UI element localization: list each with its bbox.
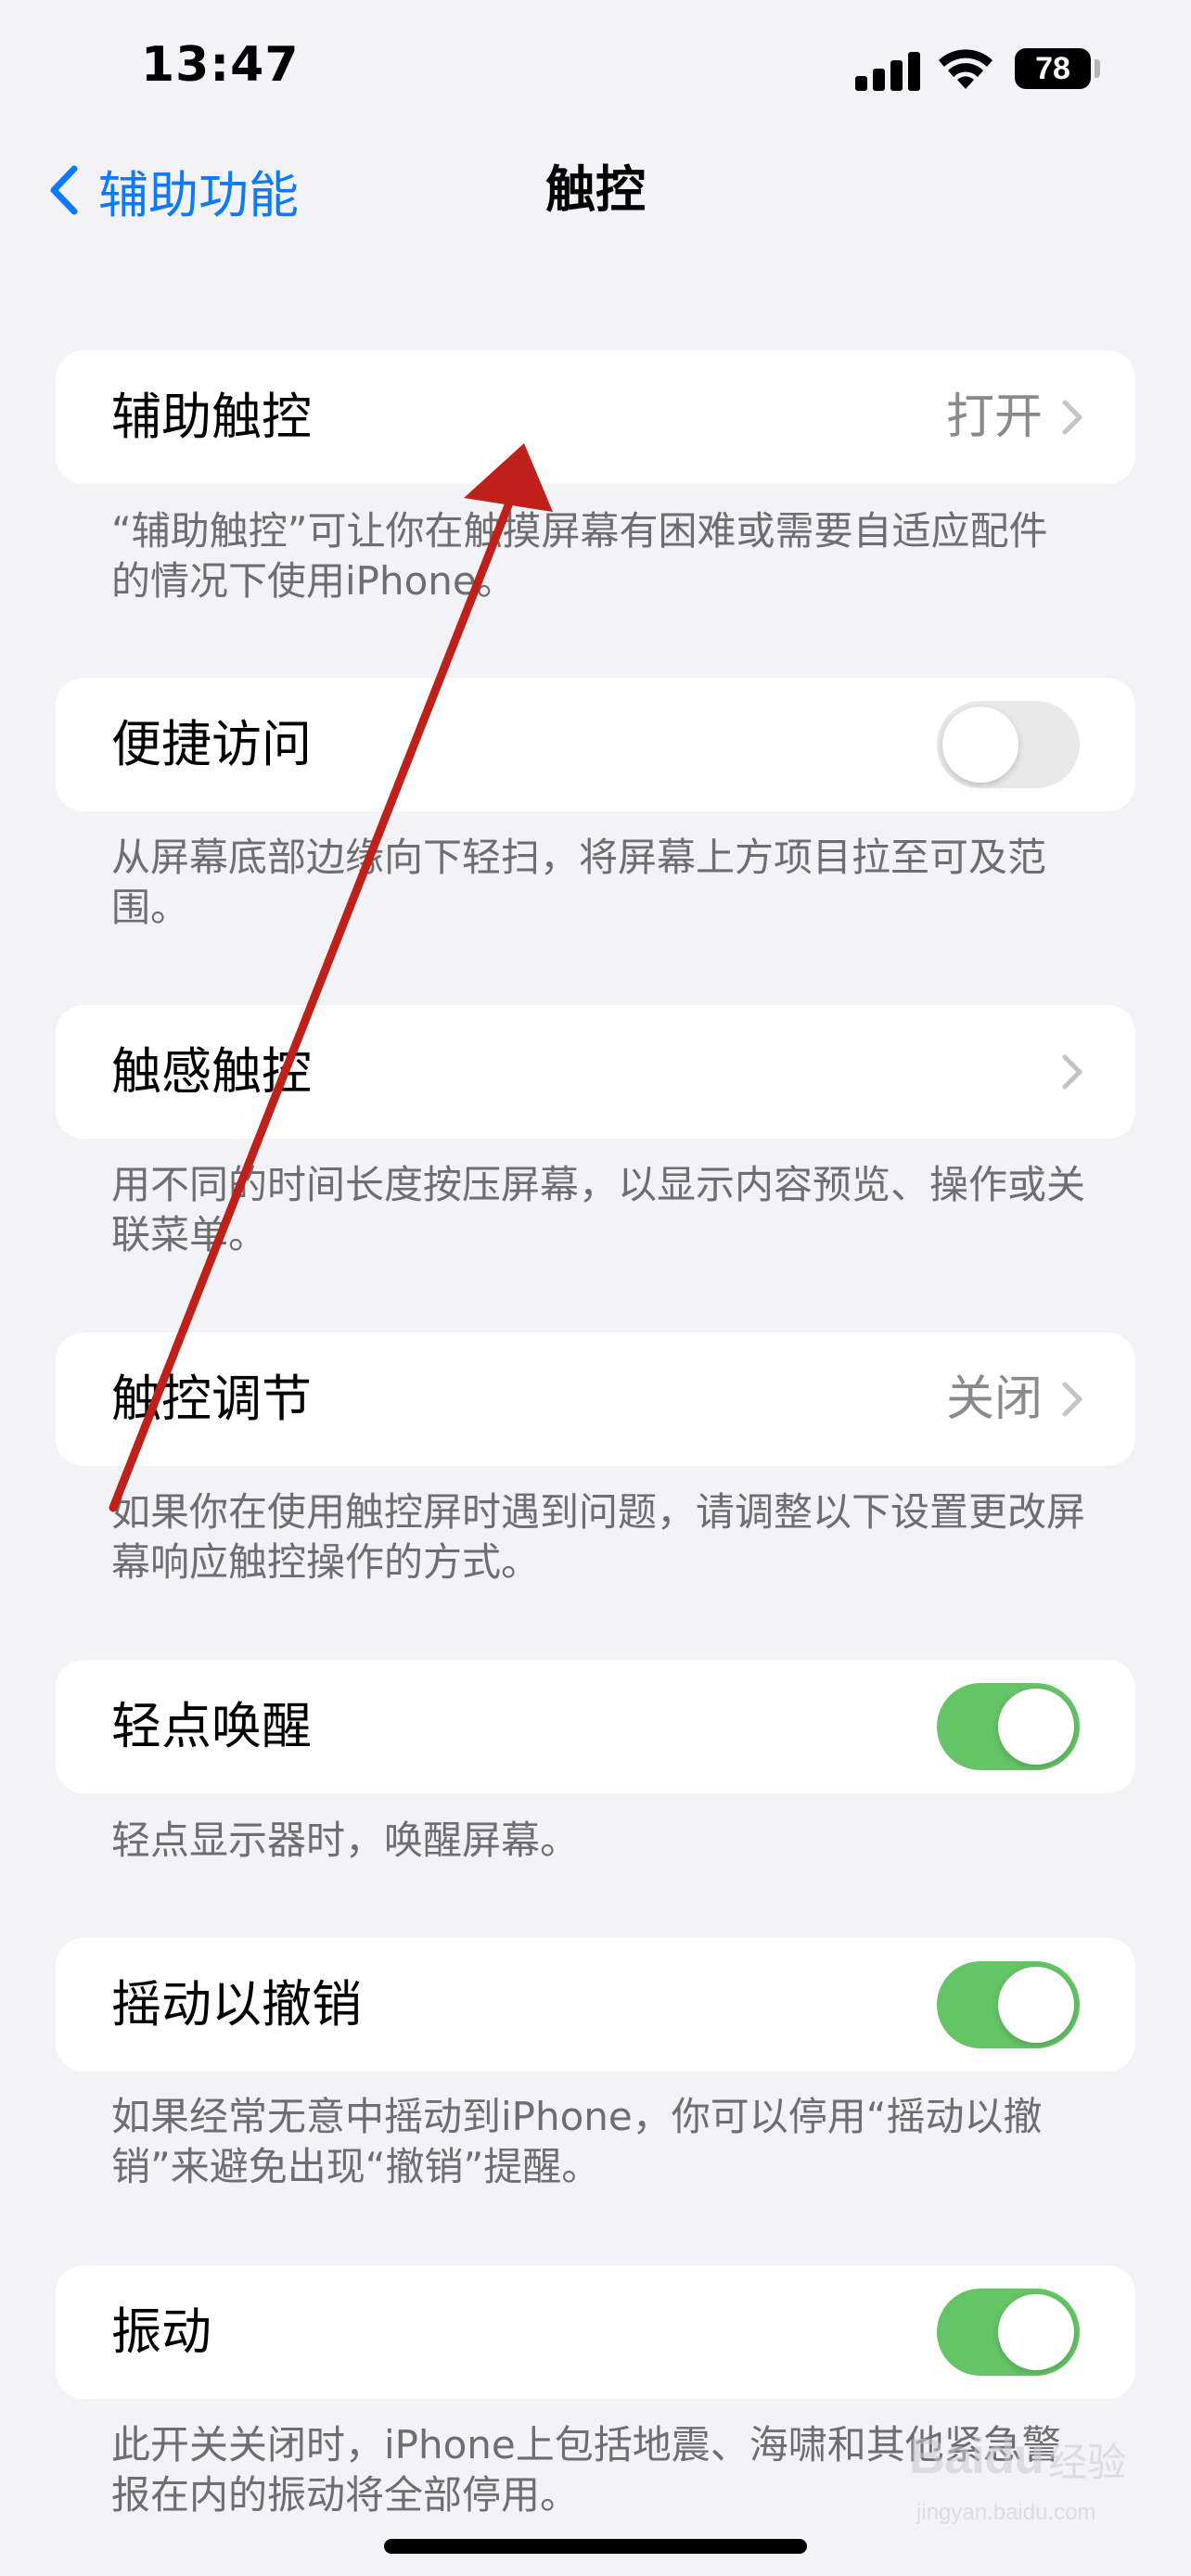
- navigation-bar: 触控 辅助功能: [0, 139, 1191, 241]
- back-button[interactable]: 辅助功能: [33, 158, 299, 224]
- row-label: 触控调节: [111, 1370, 312, 1428]
- row-touch-accommodations[interactable]: 触控调节 关闭: [56, 1333, 1135, 1466]
- row-shake-to-undo: 摇动以撤销: [56, 1938, 1135, 2072]
- home-indicator[interactable]: [384, 2539, 807, 2554]
- row-label: 触感触控: [111, 1042, 312, 1101]
- reachability-toggle[interactable]: [937, 701, 1080, 788]
- row-value: 打开: [945, 389, 1043, 445]
- chevron-left-icon: [50, 165, 78, 215]
- shake-to-undo-toggle[interactable]: [937, 1961, 1080, 2048]
- watermark-url: jingyan.baidu.com: [916, 2500, 1096, 2525]
- watermark-logo: Baidu: [909, 2429, 1044, 2484]
- row-label: 摇动以撤销: [111, 1975, 362, 2034]
- back-button-label: 辅助功能: [98, 165, 299, 224]
- row-label: 轻点唤醒: [111, 1697, 312, 1755]
- row-value: 关闭: [945, 1371, 1043, 1427]
- vibration-toggle[interactable]: [937, 2289, 1080, 2376]
- row-tap-to-wake: 轻点唤醒: [56, 1660, 1135, 1793]
- section-footer: 如果经常无意中摇动到iPhone，你可以停用“摇动以撤销”来避免出现“撤销”提醒…: [111, 2094, 1043, 2189]
- status-bar: 13:47 78: [0, 0, 1191, 139]
- toggle-knob: [942, 707, 1018, 783]
- row-vibration: 振动: [56, 2265, 1135, 2399]
- status-time: 13:47: [141, 37, 300, 93]
- wifi-icon: [939, 49, 992, 89]
- section-footer: 如果你在使用触控屏时遇到问题，请调整以下设置更改屏幕响应触控操作的方式。: [111, 1489, 1086, 1585]
- battery-cap: [1095, 59, 1100, 78]
- chevron-right-icon: [1062, 1382, 1082, 1417]
- toggle-knob: [998, 1689, 1074, 1765]
- toggle-knob: [998, 1967, 1074, 2043]
- row-haptic-touch[interactable]: 触感触控: [56, 1005, 1135, 1139]
- watermark-text: 经验: [1048, 2441, 1127, 2484]
- section-footer: 从屏幕底部边缘向下轻扫，将屏幕上方项目拉至可及范围。: [111, 835, 1047, 930]
- toggle-knob: [998, 2294, 1074, 2370]
- row-label: 辅助触控: [111, 388, 312, 446]
- battery-icon: 78: [1015, 48, 1091, 89]
- chevron-right-icon: [1062, 400, 1082, 435]
- watermark: Baidu 经验 jingyan.baidu.com: [909, 2415, 1132, 2535]
- cellular-signal-icon: [855, 50, 920, 91]
- section-footer: 用不同的时间长度按压屏幕，以显示内容预览、操作或关联菜单。: [111, 1162, 1086, 1257]
- row-assistive-touch[interactable]: 辅助触控 打开: [56, 351, 1135, 484]
- section-footer: “辅助触控”可让你在触摸屏幕有困难或需要自适应配件的情况下使用iPhone。: [111, 508, 1048, 604]
- tap-to-wake-toggle[interactable]: [937, 1683, 1080, 1770]
- section-footer: 轻点显示器时，唤醒屏幕。: [111, 1817, 580, 1863]
- chevron-right-icon: [1062, 1054, 1082, 1090]
- row-label: 便捷访问: [111, 715, 312, 773]
- row-reachability: 便捷访问: [56, 678, 1135, 811]
- row-label: 振动: [111, 2302, 211, 2361]
